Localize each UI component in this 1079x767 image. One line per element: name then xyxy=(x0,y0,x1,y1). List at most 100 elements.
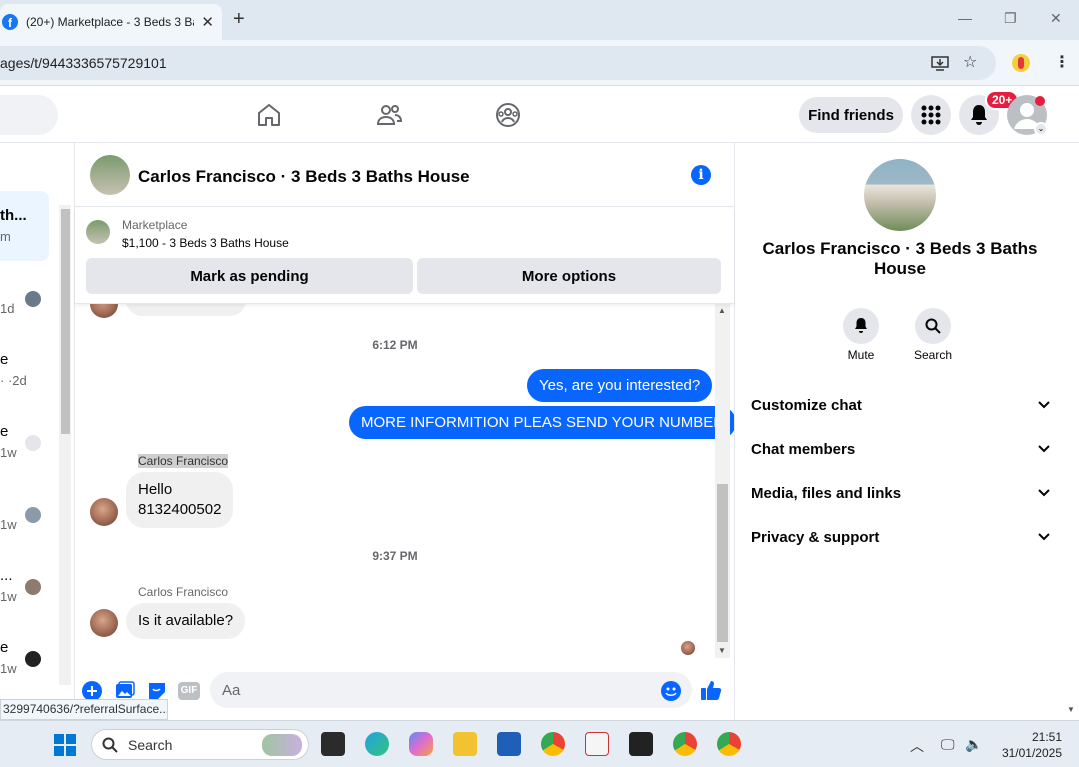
message-input[interactable] xyxy=(210,672,692,708)
conversation-avatar[interactable] xyxy=(25,291,41,307)
chat-avatar[interactable] xyxy=(90,155,130,195)
more-options-button[interactable]: More options xyxy=(417,258,721,294)
volume-icon[interactable]: 🔈 xyxy=(965,736,982,753)
bell-icon xyxy=(971,105,987,125)
chrome-profile-icon[interactable] xyxy=(717,732,741,756)
conversation-item-selected[interactable] xyxy=(0,191,49,261)
search-highlight-icon xyxy=(262,734,302,756)
marketplace-listing-card: Marketplace $1,100 - 3 Beds 3 Baths Hous… xyxy=(75,208,734,304)
page-scrollbar[interactable]: ▼ xyxy=(1063,143,1079,720)
facebook-top-nav: Find friends 20+ ⌄ xyxy=(0,87,1079,143)
incoming-message[interactable]: Is it available? xyxy=(126,603,246,639)
edge-browser-icon[interactable] xyxy=(365,732,389,756)
scroll-down-icon[interactable]: ▼ xyxy=(718,646,726,655)
outgoing-message[interactable]: MORE INFORMITION PLEAS SEND YOUR NUMBER xyxy=(349,406,734,439)
chevron-down-icon xyxy=(1038,401,1050,409)
sender-avatar[interactable] xyxy=(90,609,118,637)
chat-scrollbar[interactable]: ▲ ▼ xyxy=(715,304,730,658)
account-chevron-down-icon[interactable]: ⌄ xyxy=(1034,122,1048,136)
url-omnibox[interactable]: ages/t/9443336575729101 xyxy=(0,46,996,80)
facebook-search-input[interactable] xyxy=(0,95,58,135)
photo-icon[interactable] xyxy=(115,681,135,701)
taskbar-search[interactable]: Search xyxy=(91,729,309,760)
media-files-links-section[interactable]: Media, files and links xyxy=(751,471,1051,515)
message-line: Hello xyxy=(138,481,173,498)
copilot-icon[interactable] xyxy=(409,732,433,756)
sticker-icon[interactable] xyxy=(147,681,167,701)
conversation-time: 1w xyxy=(0,517,17,532)
conversation-title: th... xyxy=(0,207,27,224)
chat-title[interactable]: Carlos Francisco · 3 Beds 3 Baths House xyxy=(138,167,470,187)
scrollbar-thumb[interactable] xyxy=(717,484,728,642)
snipping-tool-icon[interactable] xyxy=(585,732,609,756)
tray-chevron-up-icon[interactable]: ︿ xyxy=(910,736,924,756)
chat-details-panel: Carlos Francisco · 3 Beds 3 Baths House … xyxy=(734,143,1063,720)
listing-price-title[interactable]: $1,100 - 3 Beds 3 Baths House xyxy=(122,236,289,250)
chevron-down-icon xyxy=(1038,533,1050,541)
privacy-support-section[interactable]: Privacy & support xyxy=(751,515,1051,559)
conversation-avatar[interactable] xyxy=(25,651,41,667)
sticky-notes-icon[interactable] xyxy=(629,732,653,756)
taskbar-search-label: Search xyxy=(128,737,173,753)
chat-members-section[interactable]: Chat members xyxy=(751,427,1051,471)
file-explorer-icon[interactable] xyxy=(453,732,477,756)
taskbar-clock[interactable]: 21:51 31/01/2025 xyxy=(998,729,1062,761)
windows-taskbar: Search ︿ 🖵 🔈 21:51 31/01/2025 xyxy=(0,720,1079,767)
bookmark-star-icon[interactable]: ☆ xyxy=(963,52,977,72)
conversation-list-scrollbar[interactable] xyxy=(59,205,71,685)
chrome-profile-icon[interactable] xyxy=(673,732,697,756)
windows-start-icon[interactable] xyxy=(54,734,76,756)
thumbs-up-icon[interactable] xyxy=(700,679,722,701)
chat-header: Carlos Francisco · 3 Beds 3 Baths House … xyxy=(75,143,734,207)
section-label: Privacy & support xyxy=(751,528,880,546)
outgoing-message[interactable]: Yes, are you interested? xyxy=(527,369,713,402)
window-close-icon[interactable]: ✕ xyxy=(1050,10,1062,27)
sender-avatar[interactable] xyxy=(90,498,118,526)
task-view-icon[interactable] xyxy=(321,732,345,756)
groups-icon[interactable] xyxy=(494,101,522,129)
conversation-avatar[interactable] xyxy=(25,579,41,595)
sender-avatar[interactable] xyxy=(90,304,118,318)
sender-name: Carlos Francisco xyxy=(138,585,229,599)
scroll-down-icon[interactable]: ▼ xyxy=(1067,705,1075,714)
conversation-title: e xyxy=(0,351,9,368)
search-in-chat-button[interactable]: Search xyxy=(903,308,963,362)
conversation-time: 1w xyxy=(0,589,17,604)
minimize-icon[interactable]: — xyxy=(958,10,972,26)
emoji-icon[interactable] xyxy=(661,681,681,701)
chrome-icon[interactable] xyxy=(541,732,565,756)
install-app-icon[interactable] xyxy=(931,54,949,72)
chat-pane: Carlos Francisco · 3 Beds 3 Baths House … xyxy=(75,143,734,720)
clock-time: 21:51 xyxy=(1031,730,1062,744)
extension-icon[interactable] xyxy=(1012,54,1030,72)
customize-chat-section[interactable]: Customize chat xyxy=(751,383,1051,427)
chrome-menu-icon[interactable]: ⋮ xyxy=(1054,52,1070,72)
section-label: Chat members xyxy=(751,440,856,458)
add-actions-icon[interactable] xyxy=(82,681,102,701)
restore-icon[interactable]: ❐ xyxy=(1004,10,1017,27)
timestamp: 9:37 PM xyxy=(372,549,418,563)
conversation-avatar[interactable] xyxy=(25,507,41,523)
gif-icon[interactable]: GIF xyxy=(178,682,200,700)
listing-thumbnail[interactable] xyxy=(86,220,110,244)
info-icon[interactable]: i xyxy=(691,165,711,185)
network-icon[interactable]: 🖵 xyxy=(941,736,955,753)
home-icon[interactable] xyxy=(255,101,283,129)
browser-tab[interactable]: f (20+) Marketplace - 3 Beds 3 Ba ✕ xyxy=(0,4,222,40)
conversation-time: · ·2d xyxy=(0,373,27,388)
search-label: Search xyxy=(913,348,953,362)
incoming-message[interactable]: Hello 8132400502 xyxy=(126,472,234,528)
conversation-avatar[interactable] xyxy=(25,435,41,451)
find-friends-button[interactable]: Find friends xyxy=(799,97,903,133)
mute-button[interactable]: Mute xyxy=(831,308,891,362)
mark-as-pending-button[interactable]: Mark as pending xyxy=(86,258,413,294)
scrollbar-thumb[interactable] xyxy=(61,209,70,434)
friends-icon[interactable] xyxy=(375,101,403,129)
new-tab-icon[interactable]: + xyxy=(233,9,245,29)
listing-avatar[interactable] xyxy=(864,159,936,231)
microsoft-store-icon[interactable] xyxy=(497,732,521,756)
menu-grid-button[interactable] xyxy=(911,95,951,135)
sender-name: Carlos Francisco xyxy=(138,454,229,468)
tab-close-icon[interactable]: ✕ xyxy=(201,13,214,31)
scroll-up-icon[interactable]: ▲ xyxy=(718,306,726,315)
